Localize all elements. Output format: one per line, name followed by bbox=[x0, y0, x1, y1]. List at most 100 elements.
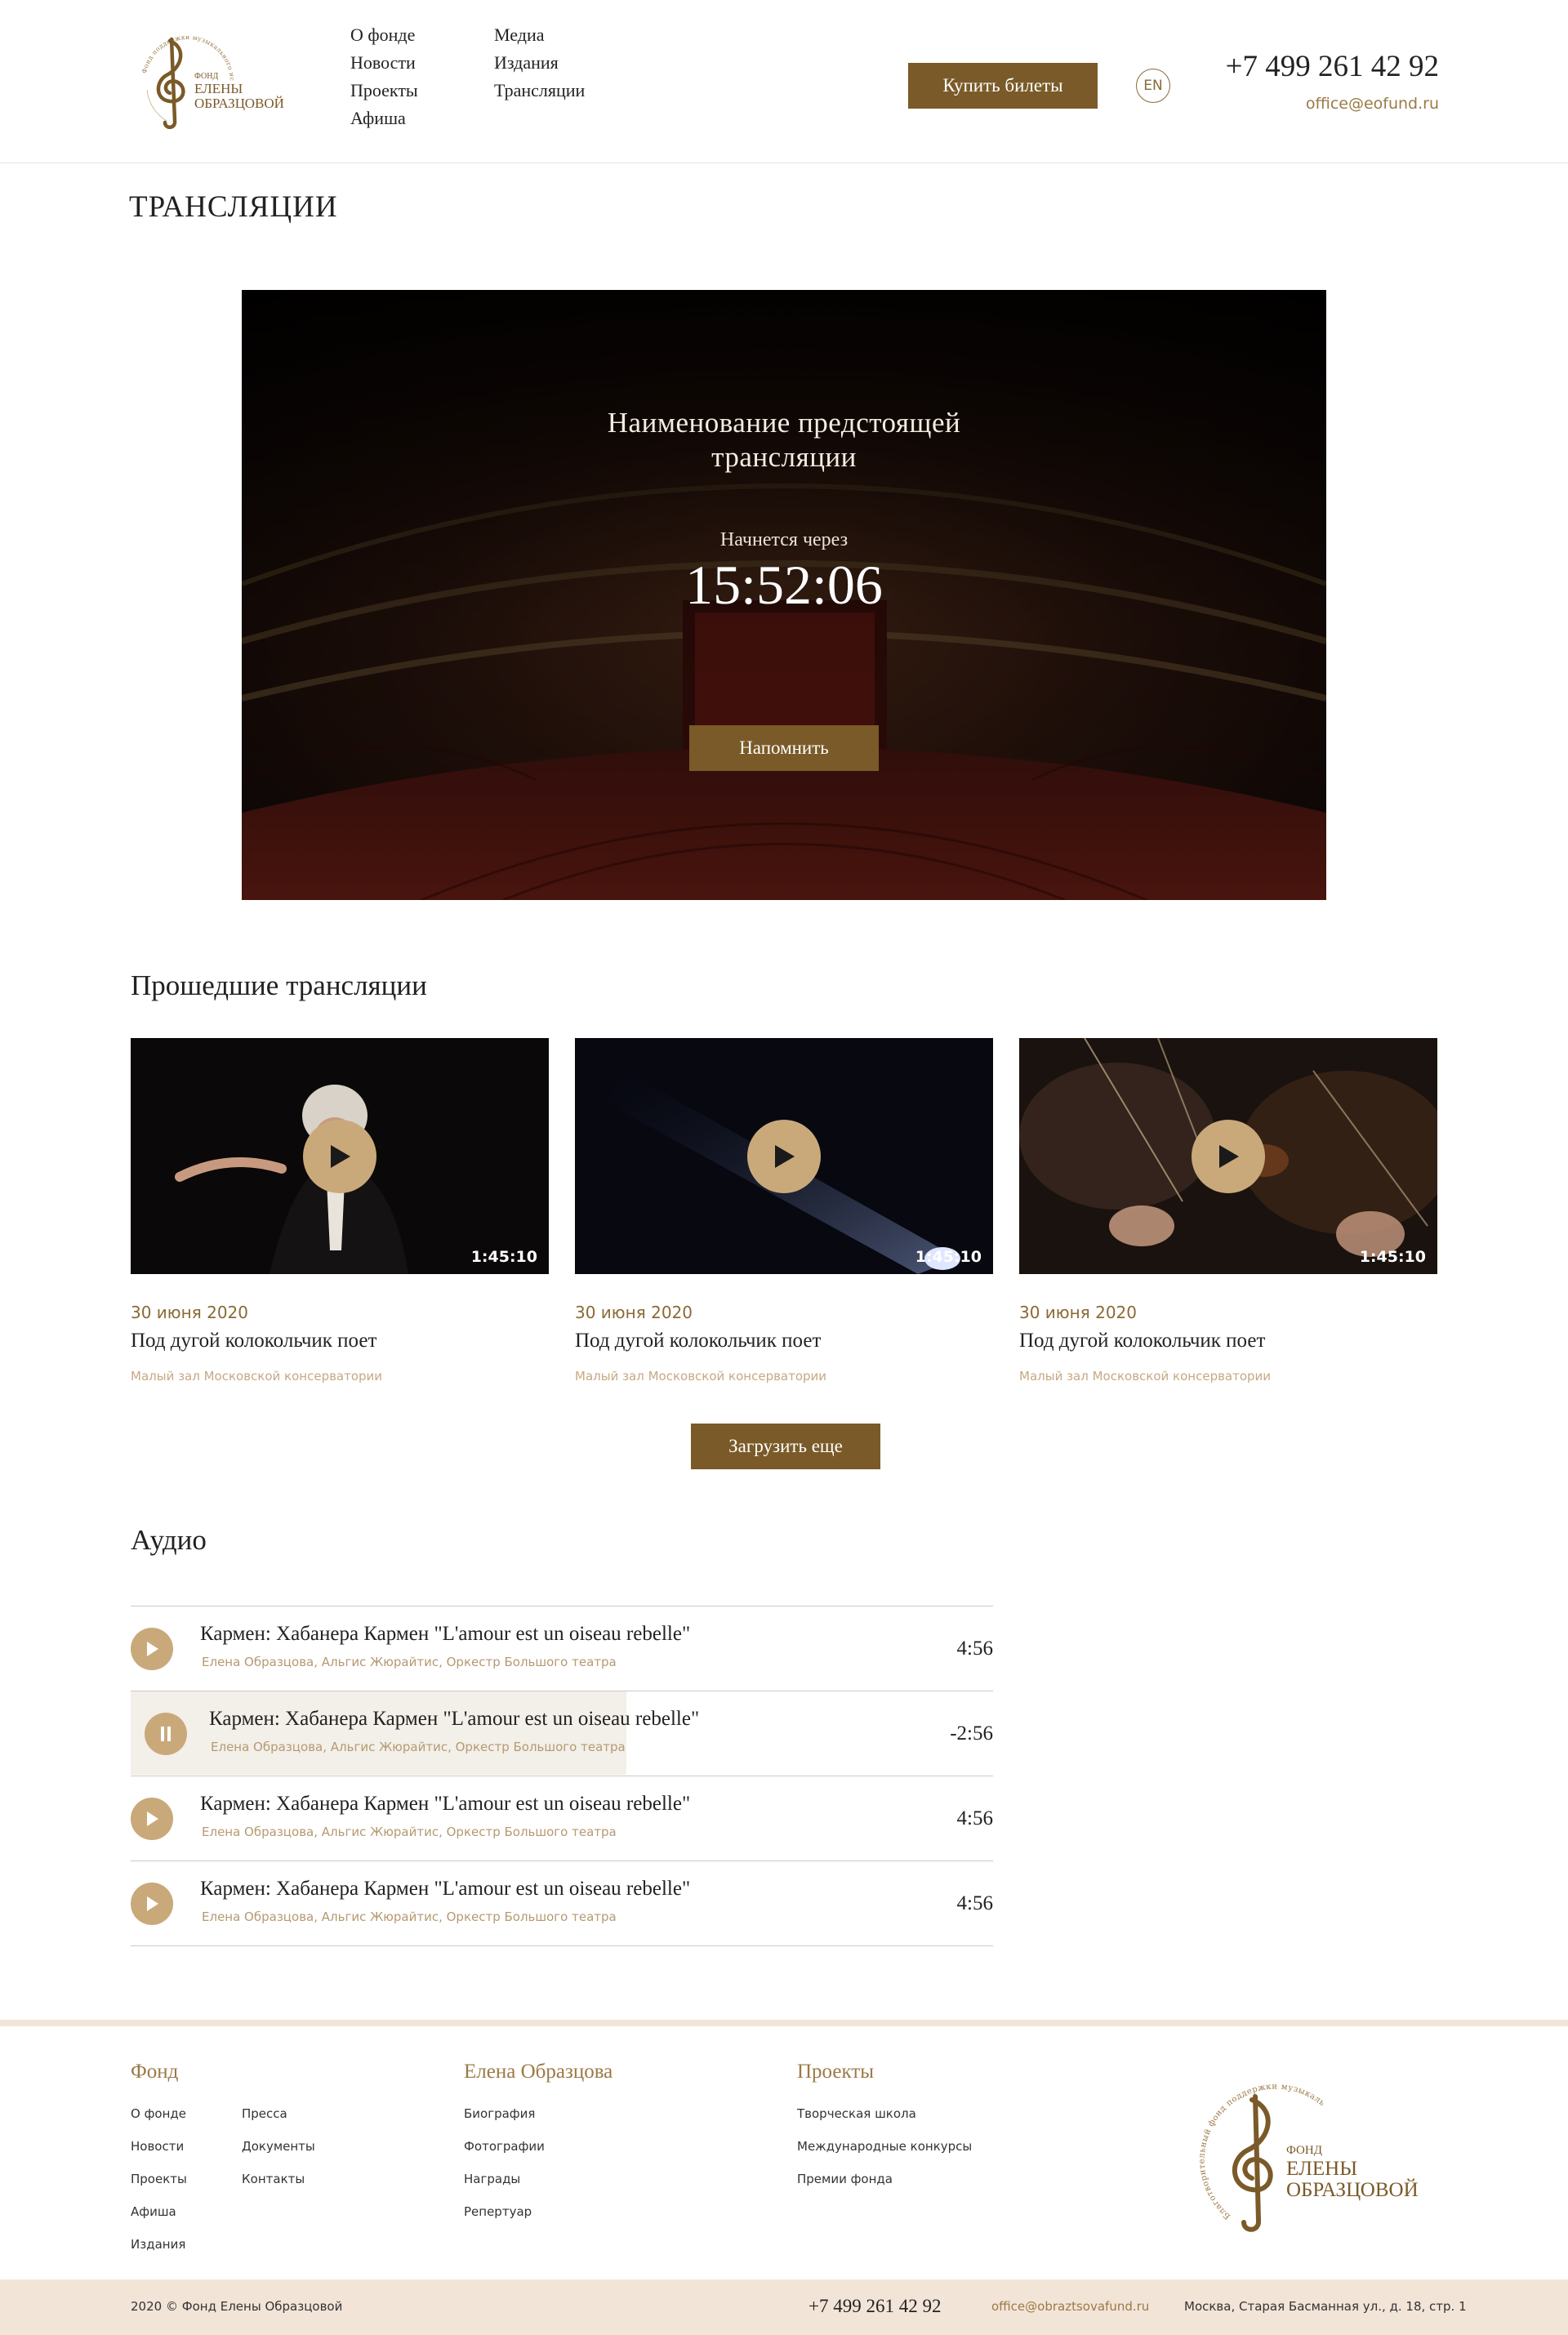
broadcast-title[interactable]: Под дугой колокольчик поет bbox=[1019, 1330, 1265, 1352]
countdown-timer: 15:52:06 bbox=[685, 554, 883, 616]
audio-track[interactable]: Кармен: Хабанера Кармен "L'amour est un … bbox=[131, 1606, 993, 1691]
svg-text:ЕЛЕНЫ: ЕЛЕНЫ bbox=[194, 81, 243, 96]
nav-column-1: О фонде Новости Проекты Афиша bbox=[350, 25, 418, 136]
upcoming-broadcast-banner: Наименование предстоящей трансляции Начн… bbox=[242, 290, 1326, 900]
play-icon bbox=[147, 1896, 158, 1911]
broadcast-thumbnail[interactable]: 1:45:10 bbox=[575, 1038, 993, 1274]
svg-text:ФОНД: ФОНД bbox=[1286, 2144, 1322, 2157]
audio-track[interactable]: Кармен: Хабанера Кармен "L'amour est un … bbox=[131, 1776, 993, 1861]
load-more-button[interactable]: Загрузить еще bbox=[691, 1424, 880, 1469]
track-remaining-time: -2:56 bbox=[950, 1722, 993, 1745]
nav-item-about[interactable]: О фонде bbox=[350, 25, 418, 52]
track-play-button[interactable] bbox=[131, 1628, 173, 1670]
play-button[interactable] bbox=[747, 1120, 821, 1193]
footer-heading-projects: Проекты bbox=[797, 2061, 874, 2083]
broadcast-venue: Малый зал Московской консерватории bbox=[1019, 1369, 1272, 1384]
track-performers: Елена Образцова, Альгис Жюрайтис, Оркест… bbox=[202, 1825, 617, 1839]
footer-logo[interactable]: Благотворительный фонд поддержки музыкал… bbox=[1185, 2069, 1421, 2239]
footer-projects-links: Творческая школа Международные конкурсы … bbox=[797, 2106, 972, 2204]
language-switch-button[interactable]: EN bbox=[1136, 69, 1170, 103]
nav-item-afisha[interactable]: Афиша bbox=[350, 108, 418, 136]
footer-link-publications[interactable]: Издания bbox=[131, 2237, 187, 2270]
track-title: Кармен: Хабанера Кармен "L'amour est un … bbox=[200, 1878, 691, 1900]
broadcast-card[interactable]: 1:45:10 30 июня 2020 Под дугой колокольч… bbox=[131, 1038, 549, 1397]
broadcast-thumbnail[interactable]: 1:45:10 bbox=[131, 1038, 549, 1274]
broadcast-title[interactable]: Под дугой колокольчик поет bbox=[131, 1330, 376, 1352]
broadcast-venue: Малый зал Московской консерватории bbox=[131, 1369, 383, 1384]
track-play-button[interactable] bbox=[131, 1798, 173, 1840]
past-broadcasts-heading: Прошедшие трансляции bbox=[131, 969, 427, 1001]
broadcast-thumbnail[interactable]: 1:45:10 bbox=[1019, 1038, 1437, 1274]
countdown-label: Начнется через bbox=[719, 529, 849, 550]
footer-heading-elena: Елена Образцова bbox=[464, 2061, 613, 2083]
treble-clef-logo-icon: Фонд поддержки музыкального искусства ФО… bbox=[128, 19, 284, 129]
play-button[interactable] bbox=[1192, 1120, 1265, 1193]
broadcast-date: 30 июня 2020 bbox=[131, 1303, 249, 1322]
remind-button[interactable]: Напомнить bbox=[689, 725, 879, 771]
footer-bottom-bar: 2020 © Фонд Елены Образцовой +7 499 261 … bbox=[0, 2279, 1568, 2335]
track-duration: 4:56 bbox=[956, 1638, 993, 1660]
broadcast-card[interactable]: 1:45:10 30 июня 2020 Под дугой колокольч… bbox=[575, 1038, 993, 1397]
track-title: Кармен: Хабанера Кармен "L'amour est un … bbox=[209, 1708, 700, 1730]
footer-link-press[interactable]: Пресса bbox=[242, 2106, 315, 2139]
track-pause-button[interactable] bbox=[145, 1713, 187, 1755]
footer-link-documents[interactable]: Документы bbox=[242, 2139, 315, 2172]
footer-address: Москва, Старая Басманная ул., д. 18, стр… bbox=[1184, 2299, 1467, 2314]
footer-heading-fund: Фонд bbox=[131, 2061, 179, 2083]
footer-link-repertoire[interactable]: Репертуар bbox=[464, 2204, 545, 2237]
track-play-button[interactable] bbox=[131, 1883, 173, 1925]
footer-link-awards[interactable]: Награды bbox=[464, 2172, 545, 2204]
footer-link-news[interactable]: Новости bbox=[131, 2139, 187, 2172]
footer-link-school[interactable]: Творческая школа bbox=[797, 2106, 972, 2139]
footer-link-awards-fund[interactable]: Премии фонда bbox=[797, 2172, 972, 2204]
footer-link-competitions[interactable]: Международные конкурсы bbox=[797, 2139, 972, 2172]
site-header: Фонд поддержки музыкального искусства ФО… bbox=[0, 0, 1568, 163]
track-progress-fill[interactable] bbox=[131, 1691, 626, 1775]
nav-item-media[interactable]: Медиа bbox=[494, 25, 585, 52]
svg-text:Фонд поддержки музыкального ис: Фонд поддержки музыкального искусства bbox=[131, 25, 236, 82]
audio-track-playing[interactable]: Кармен: Хабанера Кармен "L'amour est un … bbox=[131, 1691, 993, 1776]
broadcast-card[interactable]: 1:45:10 30 июня 2020 Под дугой колокольч… bbox=[1019, 1038, 1437, 1397]
video-duration: 1:45:10 bbox=[915, 1248, 982, 1266]
footer-link-afisha[interactable]: Афиша bbox=[131, 2204, 187, 2237]
nav-column-2: Медиа Издания Трансляции bbox=[494, 25, 585, 108]
footer-phone[interactable]: +7 499 261 42 92 bbox=[808, 2296, 941, 2317]
footer-link-projects[interactable]: Проекты bbox=[131, 2172, 187, 2204]
footer-email[interactable]: office@obraztsovafund.ru bbox=[991, 2299, 1149, 2314]
footer-link-contacts[interactable]: Контакты bbox=[242, 2172, 315, 2204]
header-email[interactable]: office@eofund.ru bbox=[1220, 95, 1439, 113]
track-title: Кармен: Хабанера Кармен "L'amour est un … bbox=[200, 1623, 691, 1645]
play-icon bbox=[147, 1642, 158, 1656]
footer-fund-links: О фонде Новости Проекты Афиша Издания bbox=[131, 2106, 187, 2270]
header-phone[interactable]: +7 499 261 42 92 bbox=[1220, 49, 1439, 84]
broadcast-venue: Малый зал Московской консерватории bbox=[575, 1369, 827, 1384]
track-performers: Елена Образцова, Альгис Жюрайтис, Оркест… bbox=[211, 1740, 626, 1754]
treble-clef-logo-icon: Благотворительный фонд поддержки музыкал… bbox=[1185, 2069, 1419, 2232]
play-icon bbox=[1219, 1145, 1239, 1168]
footer-link-photos[interactable]: Фотографии bbox=[464, 2139, 545, 2172]
track-duration: 4:56 bbox=[956, 1892, 993, 1914]
broadcast-title[interactable]: Под дугой колокольчик поет bbox=[575, 1330, 821, 1352]
site-logo[interactable]: Фонд поддержки музыкального искусства ФО… bbox=[128, 19, 290, 135]
nav-item-broadcasts[interactable]: Трансляции bbox=[494, 80, 585, 108]
video-duration: 1:45:10 bbox=[1359, 1248, 1426, 1266]
svg-text:ФОНД: ФОНД bbox=[194, 72, 218, 81]
footer-link-about[interactable]: О фонде bbox=[131, 2106, 187, 2139]
broadcast-date: 30 июня 2020 bbox=[1019, 1303, 1138, 1322]
audio-track[interactable]: Кармен: Хабанера Кармен "L'amour est un … bbox=[131, 1861, 993, 1946]
play-icon bbox=[775, 1145, 795, 1168]
buy-tickets-button[interactable]: Купить билеты bbox=[908, 63, 1098, 109]
footer-link-biography[interactable]: Биография bbox=[464, 2106, 545, 2139]
nav-item-projects[interactable]: Проекты bbox=[350, 80, 418, 108]
video-duration: 1:45:10 bbox=[470, 1248, 537, 1266]
svg-text:ЕЛЕНЫ: ЕЛЕНЫ bbox=[1286, 2158, 1357, 2180]
audio-heading: Аудио bbox=[131, 1524, 207, 1556]
page-title: ТРАНСЛЯЦИИ bbox=[129, 190, 338, 224]
nav-item-news[interactable]: Новости bbox=[350, 52, 418, 80]
nav-item-publications[interactable]: Издания bbox=[494, 52, 585, 80]
play-button[interactable] bbox=[303, 1120, 376, 1193]
track-performers: Елена Образцова, Альгис Жюрайтис, Оркест… bbox=[202, 1655, 617, 1669]
pause-icon bbox=[161, 1727, 171, 1741]
track-title: Кармен: Хабанера Кармен "L'amour est un … bbox=[200, 1793, 691, 1815]
copyright: 2020 © Фонд Елены Образцовой bbox=[131, 2299, 343, 2314]
